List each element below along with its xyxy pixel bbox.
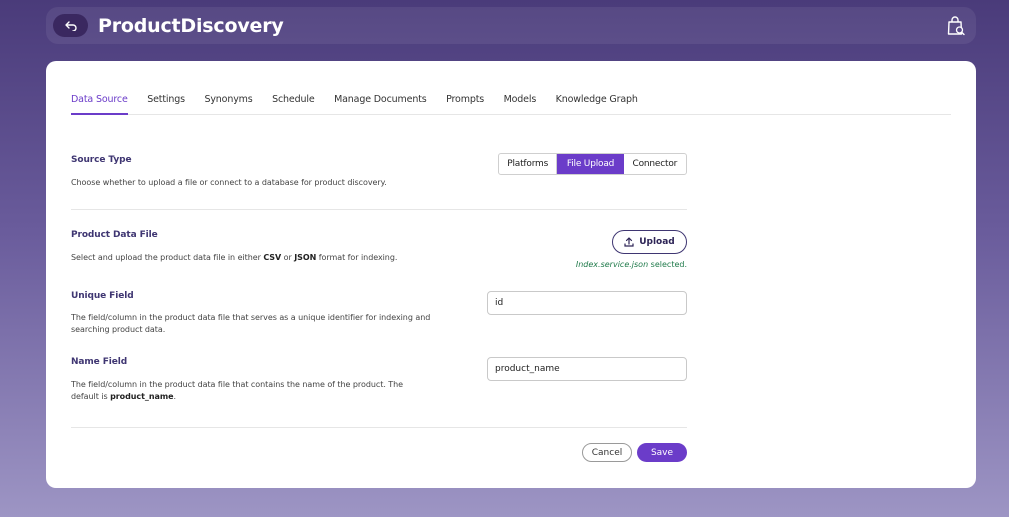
cancel-button[interactable]: Cancel (582, 443, 632, 462)
product-data-file-label: Product Data File (71, 230, 158, 240)
back-arrow-icon (64, 20, 77, 31)
section-divider (71, 209, 687, 210)
tab-prompts[interactable]: Prompts (446, 91, 484, 115)
top-bar: ProductDiscovery (46, 7, 976, 44)
tab-synonyms[interactable]: Synonyms (204, 91, 252, 115)
main-card: Data Source Settings Synonyms Schedule M… (46, 61, 976, 488)
source-type-selector: Platforms File Upload Connector (498, 153, 687, 175)
tab-manage-documents[interactable]: Manage Documents (334, 91, 427, 115)
tab-settings[interactable]: Settings (147, 91, 185, 115)
unique-field-label: Unique Field (71, 291, 134, 301)
tab-models[interactable]: Models (504, 91, 537, 115)
tab-knowledge-graph[interactable]: Knowledge Graph (556, 91, 638, 115)
shopping-bag-search-icon[interactable] (946, 15, 966, 37)
source-type-description: Choose whether to upload a file or conne… (71, 178, 387, 187)
name-field-description: The field/column in the product data fil… (71, 380, 404, 401)
unique-field-description: The field/column in the product data fil… (71, 313, 431, 334)
tab-bar: Data Source Settings Synonyms Schedule M… (71, 91, 951, 115)
name-field-label: Name Field (71, 357, 128, 367)
tab-schedule[interactable]: Schedule (272, 91, 315, 115)
source-option-connector[interactable]: Connector (624, 154, 686, 174)
upload-icon (624, 237, 634, 247)
upload-button-label: Upload (639, 237, 675, 247)
product-data-file-description: Select and upload the product data file … (71, 253, 398, 262)
source-option-platforms[interactable]: Platforms (499, 154, 558, 174)
tab-data-source[interactable]: Data Source (71, 91, 128, 115)
back-button[interactable] (53, 14, 88, 37)
name-field-input[interactable] (487, 357, 687, 381)
unique-field-input[interactable] (487, 291, 687, 315)
save-button[interactable]: Save (637, 443, 687, 462)
upload-button[interactable]: Upload (612, 230, 687, 254)
app-title: ProductDiscovery (98, 15, 284, 37)
footer-divider (71, 427, 687, 428)
source-option-file-upload[interactable]: File Upload (557, 154, 624, 174)
selected-file-note: Index.service.json selected. (575, 260, 687, 269)
source-type-label: Source Type (71, 155, 132, 165)
